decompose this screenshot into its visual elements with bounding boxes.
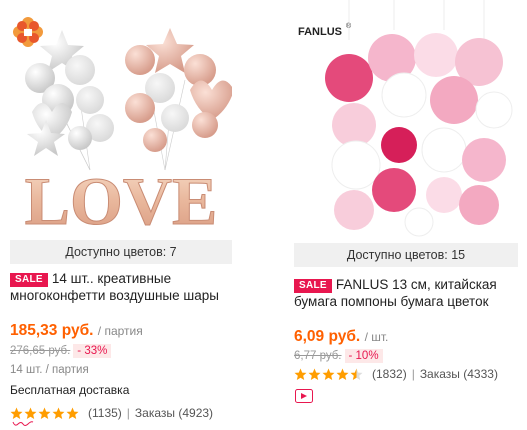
colors-available: Доступно цветов: 7: [10, 240, 232, 264]
star-icon: [308, 368, 321, 380]
rating-row: (1832) | Заказы (4333): [294, 367, 498, 381]
price-value: 185,33 руб.: [10, 322, 94, 339]
underline-squiggle-icon: [12, 421, 34, 426]
price: 6,09 руб. / шт.: [294, 328, 388, 346]
sale-badge: SALE: [294, 279, 332, 293]
price: 185,33 руб. / партия: [10, 322, 143, 340]
star-icon: [350, 368, 363, 380]
brand-logo: FANLUS: [298, 26, 342, 38]
orders-count: Заказы (4333): [419, 367, 498, 381]
product-image-pompoms[interactable]: FANLUS ®: [294, 0, 518, 240]
lot-quantity: 14 шт. / партия: [10, 364, 89, 376]
discount-badge: - 10%: [344, 349, 383, 363]
svg-text:LOVE: LOVE: [25, 163, 218, 239]
rating-stars: [294, 368, 364, 381]
price-unit: / шт.: [364, 330, 389, 344]
rating-stars: [10, 407, 80, 420]
star-icon: [24, 407, 37, 419]
discount-badge: - 33%: [73, 344, 112, 358]
old-price: 276,65 руб.: [10, 345, 71, 357]
sale-badge: SALE: [10, 273, 48, 287]
pompom-cluster: [325, 33, 513, 237]
old-price-row: 6,77 руб. - 10%: [294, 349, 383, 363]
price-value: 6,09 руб.: [294, 328, 361, 345]
reviews-count[interactable]: (1832): [372, 367, 407, 381]
product-title[interactable]: SALE FANLUS 13 см, китайская бумага помпо…: [294, 276, 520, 310]
product-title[interactable]: SALE 14 шт.. креативные многоконфетти воз…: [10, 270, 238, 304]
old-price: 6,77 руб.: [294, 350, 342, 362]
star-icon: [52, 407, 65, 419]
free-shipping: Бесплатная доставка: [10, 383, 130, 397]
shop-logo-icon: [13, 17, 43, 47]
star-icon: [336, 368, 349, 380]
product-image-balloons[interactable]: LOVE: [10, 0, 232, 240]
rating-row: (1135) | Заказы (4923): [10, 406, 213, 420]
old-price-row: 276,65 руб. - 33%: [10, 344, 112, 358]
star-icon: [66, 407, 79, 419]
price-unit: / партия: [97, 324, 143, 338]
orders-count: Заказы (4923): [134, 406, 214, 420]
video-badge-icon[interactable]: [295, 389, 313, 403]
star-icon: [322, 368, 335, 380]
reviews-count[interactable]: (1135): [88, 406, 122, 420]
colors-available: Доступно цветов: 15: [294, 243, 518, 267]
star-icon: [38, 407, 51, 419]
star-icon: [294, 368, 307, 380]
star-icon: [10, 407, 23, 419]
